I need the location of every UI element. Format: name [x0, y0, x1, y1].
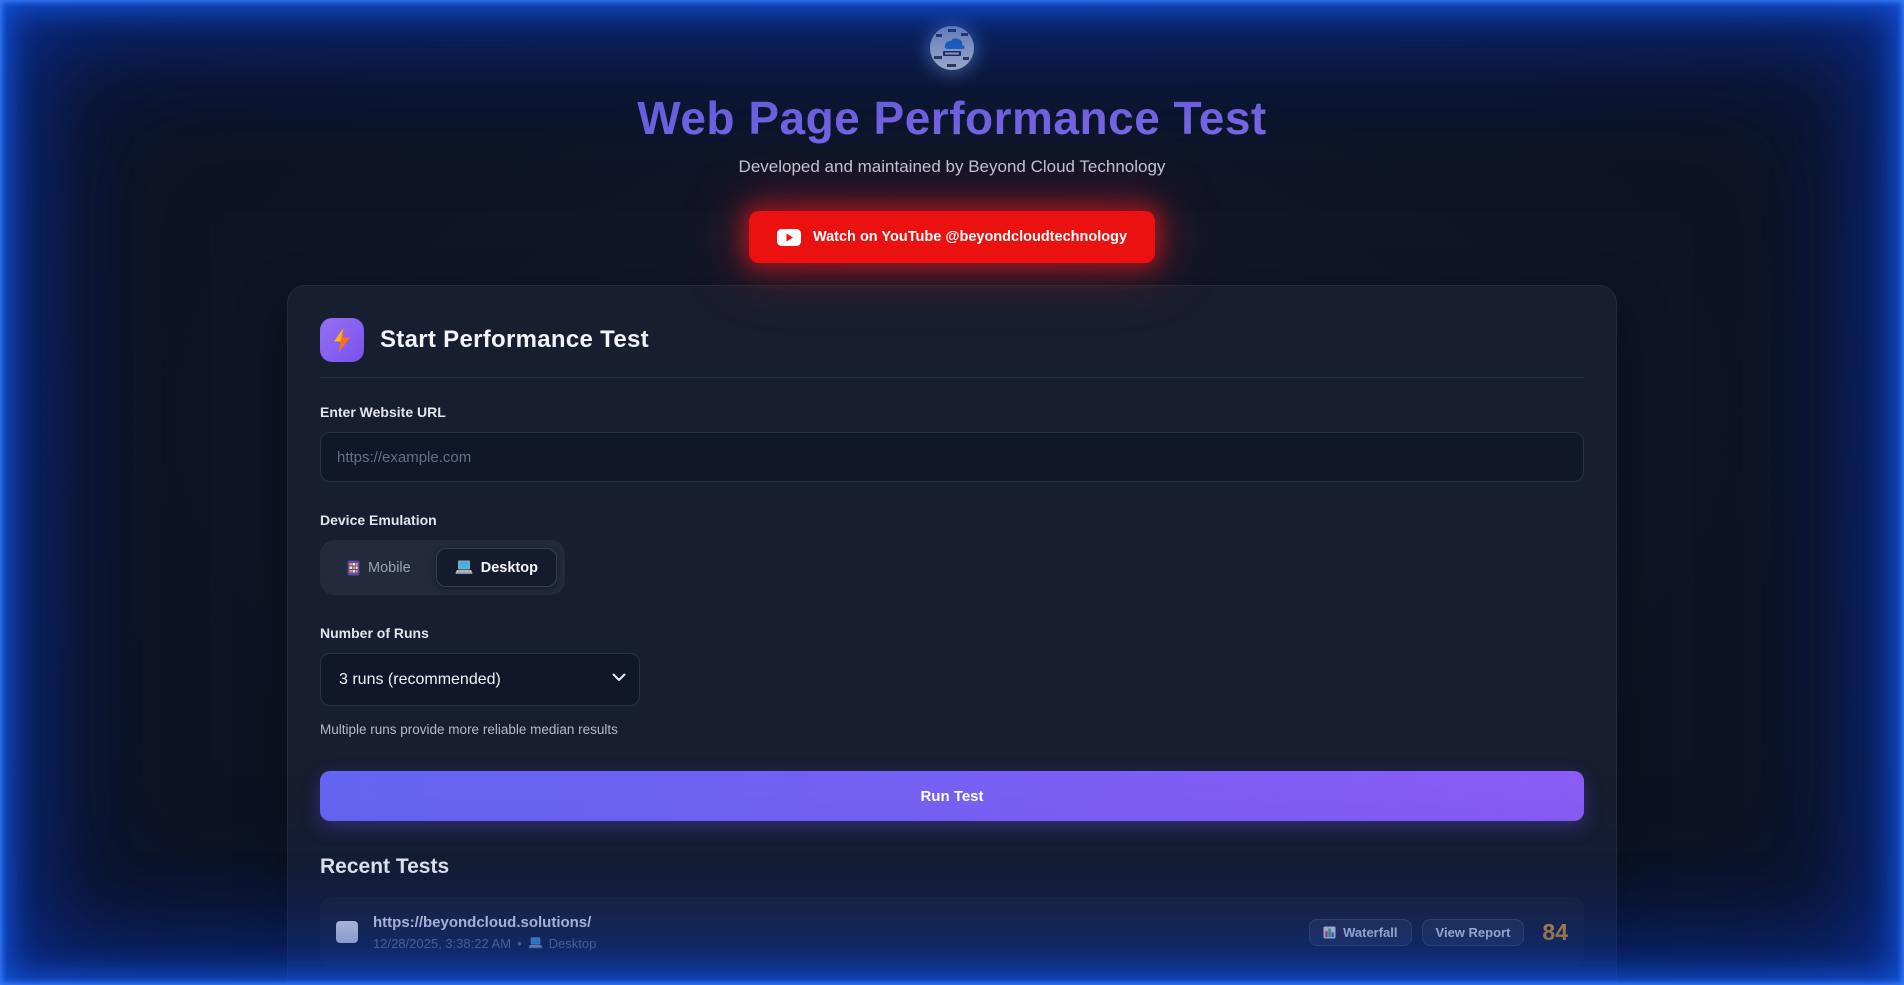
test-url: https://beyondcloud.solutions/	[373, 914, 1309, 931]
waterfall-button[interactable]: Waterfall	[1309, 919, 1411, 946]
test-meta: 12/28/2025, 3:38:22 AM • Desktop	[373, 936, 1309, 951]
hero-section: Web Page Performance Test Developed and …	[0, 0, 1904, 263]
runs-select[interactable]: 3 runs (recommended)	[320, 653, 640, 706]
recent-tests-heading: Recent Tests	[320, 855, 1584, 879]
device-field-group: Device Emulation Mobile	[320, 512, 1584, 595]
test-checkbox[interactable]	[336, 921, 358, 943]
run-test-button[interactable]: Run Test	[320, 771, 1584, 821]
runs-field-group: Number of Runs 3 runs (recommended) Mult…	[320, 625, 1584, 737]
test-actions: Waterfall View Report 84	[1309, 919, 1568, 946]
card-header: Start Performance Test	[320, 318, 1584, 362]
device-option-mobile-label: Mobile	[368, 560, 411, 576]
header-divider	[320, 377, 1584, 378]
mobile-icon	[347, 560, 360, 576]
url-label: Enter Website URL	[320, 404, 1584, 420]
device-label: Device Emulation	[320, 512, 1584, 528]
waterfall-icon	[1323, 926, 1336, 939]
device-option-desktop[interactable]: Desktop	[436, 548, 557, 587]
page-title: Web Page Performance Test	[0, 91, 1904, 145]
watch-youtube-button[interactable]: Watch on YouTube @beyondcloudtechnology	[749, 211, 1155, 263]
meta-separator: •	[517, 936, 522, 951]
watch-youtube-label: Watch on YouTube @beyondcloudtechnology	[813, 229, 1127, 245]
device-toggle-group: Mobile Desktop	[320, 540, 565, 595]
runs-select-wrap: 3 runs (recommended)	[320, 653, 640, 706]
lightning-icon	[320, 318, 364, 362]
test-score: 84	[1542, 919, 1568, 946]
website-url-input[interactable]	[320, 432, 1584, 482]
device-option-desktop-label: Desktop	[481, 560, 538, 576]
test-timestamp: 12/28/2025, 3:38:22 AM	[373, 936, 511, 951]
view-report-button[interactable]: View Report	[1422, 919, 1525, 946]
desktop-icon	[528, 937, 543, 949]
runs-help-text: Multiple runs provide more reliable medi…	[320, 722, 1584, 737]
url-field-group: Enter Website URL	[320, 404, 1584, 482]
waterfall-label: Waterfall	[1343, 925, 1397, 940]
view-report-label: View Report	[1436, 925, 1511, 940]
brand-logo-icon	[930, 26, 974, 70]
card-heading: Start Performance Test	[380, 326, 649, 354]
test-info: https://beyondcloud.solutions/ 12/28/202…	[373, 914, 1309, 951]
desktop-icon	[455, 560, 473, 575]
performance-test-card: Start Performance Test Enter Website URL…	[287, 285, 1617, 985]
device-option-mobile[interactable]: Mobile	[328, 548, 430, 587]
page-subtitle: Developed and maintained by Beyond Cloud…	[0, 157, 1904, 177]
test-device: Desktop	[549, 936, 597, 951]
page: Web Page Performance Test Developed and …	[0, 0, 1904, 985]
test-row: https://beyondcloud.solutions/ 12/28/202…	[320, 897, 1584, 967]
youtube-icon	[777, 229, 801, 246]
runs-label: Number of Runs	[320, 625, 1584, 641]
